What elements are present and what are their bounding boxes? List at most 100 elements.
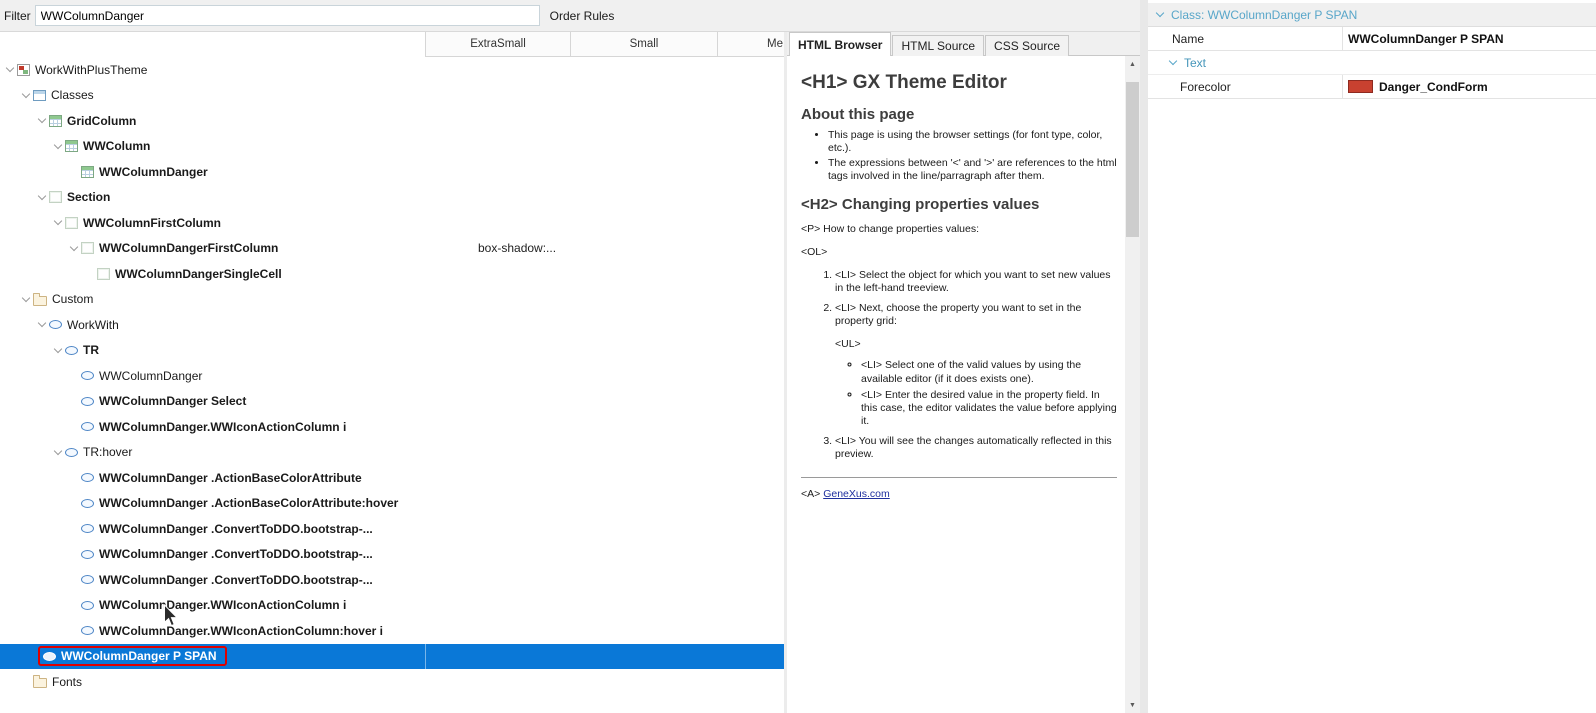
property-grid-header[interactable]: Class: WWColumnDanger P SPAN bbox=[1148, 3, 1596, 27]
tree-node[interactable]: WWColumnDanger .ConvertToDDO.bootstrap-.… bbox=[0, 567, 784, 593]
property-row-name[interactable]: Name WWColumnDanger P SPAN bbox=[1148, 27, 1596, 51]
preview-tabs: HTML Browser HTML Source CSS Source bbox=[787, 32, 1140, 56]
chevron-down-icon[interactable] bbox=[4, 63, 17, 76]
order-rules-button[interactable]: Order Rules bbox=[550, 9, 615, 23]
preview-ol-tag: <OL> bbox=[801, 245, 828, 258]
grid-class-icon bbox=[49, 114, 62, 127]
html-preview-content: <H1> GX Theme Editor About this page Thi… bbox=[787, 56, 1125, 713]
tree-node-workwith[interactable]: WorkWith bbox=[0, 312, 784, 338]
theme-icon bbox=[17, 63, 30, 76]
tree-node-tr-hover[interactable]: TR:hover bbox=[0, 440, 784, 466]
preview-ul-tag: <UL> bbox=[835, 338, 861, 351]
chevron-down-icon[interactable] bbox=[36, 191, 49, 204]
grid-class-icon bbox=[81, 165, 94, 178]
column-header-extrasmall[interactable]: ExtraSmall bbox=[425, 32, 570, 57]
tree-node[interactable]: WWColumnDanger.WWIconActionColumn i bbox=[0, 593, 784, 619]
chevron-down-icon[interactable] bbox=[68, 242, 81, 255]
chevron-down-icon[interactable] bbox=[20, 293, 33, 306]
breakpoint-columns-header: ExtraSmall Small Me bbox=[0, 32, 784, 57]
folder-icon bbox=[33, 292, 47, 306]
tree-node[interactable]: WWColumnDanger Select bbox=[0, 389, 784, 415]
chevron-down-icon[interactable] bbox=[20, 89, 33, 102]
css-class-icon bbox=[81, 473, 94, 483]
chevron-down-icon[interactable] bbox=[36, 114, 49, 127]
section-class-icon bbox=[81, 242, 94, 255]
tree-node-classes[interactable]: Classes bbox=[0, 83, 784, 109]
css-class-icon bbox=[81, 396, 94, 406]
class-tree: WorkWithPlusTheme Classes GridColumn WWC… bbox=[0, 57, 784, 695]
filter-bar: Filter Order Rules bbox=[0, 0, 1140, 32]
tree-node-fonts-folder[interactable]: Fonts bbox=[0, 669, 784, 695]
css-class-icon bbox=[81, 422, 94, 432]
tree-node[interactable]: WWColumnDanger bbox=[0, 363, 784, 389]
chevron-down-icon[interactable] bbox=[52, 446, 65, 459]
grid-class-icon bbox=[65, 140, 78, 153]
css-class-icon bbox=[81, 575, 94, 585]
filter-input[interactable] bbox=[34, 5, 540, 26]
chevron-down-icon[interactable] bbox=[36, 318, 49, 331]
theme-editor-main: Filter Order Rules ExtraSmall Small Me W… bbox=[0, 0, 1140, 713]
tree-node[interactable]: WWColumnDanger.WWIconActionColumn i bbox=[0, 414, 784, 440]
tree-node-tr[interactable]: TR bbox=[0, 338, 784, 364]
tab-html-browser[interactable]: HTML Browser bbox=[789, 32, 892, 56]
folder-icon bbox=[33, 675, 47, 689]
tree-node[interactable]: WWColumnDangerFirstColumn box-shadow:... bbox=[0, 236, 784, 262]
classes-folder-icon bbox=[33, 89, 46, 101]
column-header-medium[interactable]: Me bbox=[717, 32, 784, 57]
tree-node-theme-root[interactable]: WorkWithPlusTheme bbox=[0, 57, 784, 83]
tree-node[interactable]: WWColumnDanger .ConvertToDDO.bootstrap-.… bbox=[0, 542, 784, 568]
tree-node[interactable]: WWColumnFirstColumn bbox=[0, 210, 784, 236]
section-class-icon bbox=[97, 267, 110, 280]
genexus-link[interactable]: GeneXus.com bbox=[823, 488, 890, 500]
chevron-down-icon[interactable] bbox=[1168, 57, 1180, 69]
tree-node[interactable]: WWColumn bbox=[0, 134, 784, 160]
section-class-icon bbox=[65, 216, 78, 229]
property-grid-panel: Class: WWColumnDanger P SPAN Name WWColu… bbox=[1148, 0, 1596, 713]
property-name-label: Name bbox=[1148, 27, 1343, 50]
tree-node[interactable]: WWColumnDangerSingleCell bbox=[0, 261, 784, 287]
css-class-icon bbox=[65, 447, 78, 457]
property-group-text[interactable]: Text bbox=[1148, 51, 1596, 75]
scroll-up-button[interactable]: ▲ bbox=[1125, 56, 1140, 72]
tree-node-section[interactable]: Section bbox=[0, 185, 784, 211]
tree-node[interactable]: WWColumnDanger bbox=[0, 159, 784, 185]
about-bullet-list: This page is using the browser settings … bbox=[801, 129, 1117, 184]
preview-p-line: <P> How to change properties values: bbox=[801, 222, 980, 235]
chevron-down-icon[interactable] bbox=[52, 216, 65, 229]
css-class-icon bbox=[81, 498, 94, 508]
css-class-icon bbox=[81, 600, 94, 610]
preview-h1: <H1> GX Theme Editor bbox=[801, 72, 1007, 93]
vertical-scrollbar[interactable]: ▲ ▼ bbox=[1125, 56, 1140, 713]
section-class-icon bbox=[49, 191, 62, 204]
tree-node[interactable]: WWColumnDanger.WWIconActionColumn:hover … bbox=[0, 618, 784, 644]
tree-node-selected[interactable]: WWColumnDanger P SPAN bbox=[0, 643, 784, 669]
property-name-value[interactable]: WWColumnDanger P SPAN bbox=[1343, 27, 1596, 50]
css-class-icon bbox=[81, 626, 94, 636]
scroll-down-button[interactable]: ▼ bbox=[1125, 697, 1140, 713]
property-preview-value: box-shadow:... bbox=[478, 241, 557, 256]
tab-css-source[interactable]: CSS Source bbox=[985, 35, 1070, 56]
preview-panel: HTML Browser HTML Source CSS Source <H1>… bbox=[787, 32, 1140, 713]
css-class-icon bbox=[81, 371, 94, 381]
tree-node-gridcolumn[interactable]: GridColumn bbox=[0, 108, 784, 134]
scrollbar-thumb[interactable] bbox=[1126, 82, 1139, 237]
color-swatch[interactable] bbox=[1348, 80, 1373, 93]
chevron-down-icon[interactable] bbox=[52, 344, 65, 357]
tab-html-source[interactable]: HTML Source bbox=[892, 35, 985, 56]
link-line: <A> GeneXus.com bbox=[801, 488, 890, 501]
tree-node[interactable]: WWColumnDanger .ConvertToDDO.bootstrap-.… bbox=[0, 516, 784, 542]
property-row-forecolor[interactable]: Forecolor Danger_CondForm bbox=[1148, 75, 1596, 99]
property-grid-title: Class: WWColumnDanger P SPAN bbox=[1171, 7, 1358, 22]
tree-node-custom-folder[interactable]: Custom bbox=[0, 287, 784, 313]
css-class-icon bbox=[81, 524, 94, 534]
css-class-icon bbox=[65, 345, 78, 355]
chevron-down-icon[interactable] bbox=[1155, 9, 1167, 21]
sub-steps-list: <LI> Select one of the valid values by u… bbox=[835, 359, 1117, 428]
tree-node[interactable]: WWColumnDanger .ActionBaseColorAttribute bbox=[0, 465, 784, 491]
chevron-down-icon[interactable] bbox=[52, 140, 65, 153]
css-class-icon bbox=[81, 549, 94, 559]
property-group-label: Text bbox=[1184, 55, 1207, 70]
column-header-small[interactable]: Small bbox=[570, 32, 717, 57]
css-class-icon bbox=[49, 320, 62, 330]
tree-node[interactable]: WWColumnDanger .ActionBaseColorAttribute… bbox=[0, 491, 784, 517]
